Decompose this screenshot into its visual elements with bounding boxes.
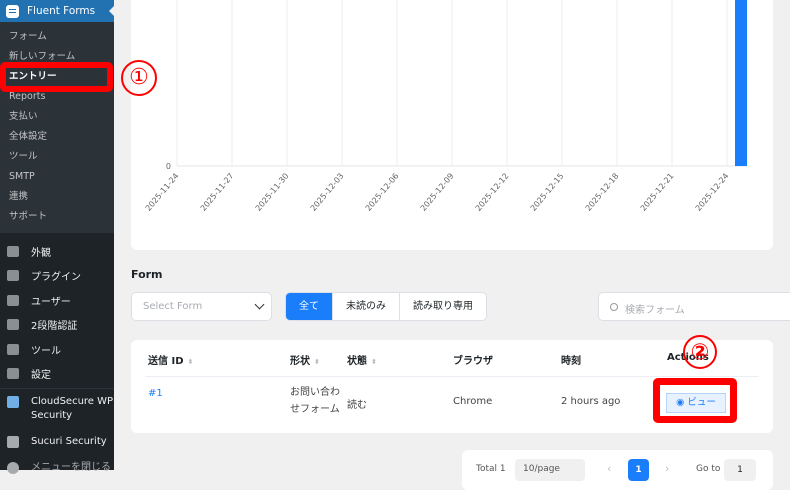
tab-read[interactable]: 読み取り専用 xyxy=(399,293,486,320)
x-tick-label: 2025-11-27 xyxy=(199,172,236,213)
x-tick-label: 2025-11-30 xyxy=(254,172,291,213)
sort-icon: ⬍ xyxy=(187,358,194,366)
submenu-tools[interactable]: ツール xyxy=(0,147,114,167)
form-select[interactable]: Select Form xyxy=(131,292,272,321)
col-time: 時刻 xyxy=(561,356,581,367)
sort-icon: ⬍ xyxy=(314,358,320,366)
view-button[interactable]: ◉ ビュー xyxy=(666,393,726,413)
x-tick-label: 2025-12-03 xyxy=(309,172,346,213)
x-tick-label: 2025-12-15 xyxy=(529,172,566,213)
admin-sidebar: Fluent Forms フォーム 新しいフォーム エントリー Reports … xyxy=(0,0,114,474)
annotation-marker-1: ① xyxy=(121,60,157,96)
menu-appearance[interactable]: 外観 xyxy=(0,239,114,264)
goto-input[interactable]: 1 xyxy=(724,459,756,481)
col-id[interactable]: 送信 ID ⬍ xyxy=(148,352,193,367)
x-tick-label: 2025-12-12 xyxy=(474,172,511,213)
menu-label: 外観 xyxy=(31,247,51,259)
pagination: Total 1 10/page ‹ 1 › Go to 1 xyxy=(462,450,773,490)
shield-icon xyxy=(7,396,19,408)
page-1[interactable]: 1 xyxy=(628,459,649,481)
col-status[interactable]: 状態 ⬍ xyxy=(347,352,377,367)
search-input[interactable]: 検索フォーム xyxy=(598,292,790,321)
menu-label: 設定 xyxy=(31,370,51,382)
sort-icon: ⬍ xyxy=(371,358,377,366)
user-icon xyxy=(7,294,19,306)
paintbrush-icon xyxy=(7,245,19,257)
x-tick-label: 2025-11-24 xyxy=(144,172,181,213)
tab-all[interactable]: 全て xyxy=(286,293,332,320)
search-placeholder: 検索フォーム xyxy=(625,305,685,316)
col-form[interactable]: 形状 ⬍ xyxy=(290,352,320,367)
goto-label: Go to xyxy=(696,464,721,474)
entry-form: お問い合わせフォーム xyxy=(290,387,340,415)
view-label: ビュー xyxy=(687,397,716,408)
submenu-support[interactable]: サポート xyxy=(0,207,114,227)
entry-status: 読む xyxy=(347,400,367,411)
col-browser: ブラウザ xyxy=(453,356,493,367)
entry-id-link[interactable]: #1 xyxy=(148,388,163,399)
current-arrow xyxy=(104,6,114,16)
search-icon xyxy=(610,303,618,311)
fluent-forms-icon xyxy=(6,4,19,18)
sucuri-icon xyxy=(7,436,19,448)
submenu-integrations[interactable]: 連携 xyxy=(0,187,114,207)
form-filter-label: Form xyxy=(131,268,163,281)
x-tick-label: 2025-12-18 xyxy=(584,172,621,213)
wrench-icon xyxy=(7,343,19,355)
select-placeholder: Select Form xyxy=(143,301,203,312)
entry-filter-tabs: 全て 未読のみ 読み取り専用 xyxy=(285,292,487,321)
entries-table: 送信 ID ⬍ 形状 ⬍ 状態 ⬍ ブラウザ 時刻 Actions #1 お問い合わせ… xyxy=(131,340,773,433)
x-tick-label: 2025-12-21 xyxy=(639,172,676,213)
entry-browser: Chrome xyxy=(453,396,493,407)
x-tick-label: 2025-12-09 xyxy=(419,172,456,213)
menu-label: CloudSecure WP Security xyxy=(31,396,114,421)
bar xyxy=(735,0,747,166)
collapse-icon xyxy=(7,462,19,474)
submenu-global-settings[interactable]: 全体設定 xyxy=(0,127,114,147)
menu-users[interactable]: ユーザー xyxy=(0,288,114,313)
submenu-new-form[interactable]: 新しいフォーム xyxy=(0,47,114,67)
settings-icon xyxy=(7,368,19,380)
submenu-entries[interactable]: エントリー xyxy=(0,67,114,87)
prev-page-icon[interactable]: ‹ xyxy=(607,462,611,475)
next-page-icon[interactable]: › xyxy=(665,462,669,475)
submenu: フォーム 新しいフォーム エントリー Reports 支払い 全体設定 ツール … xyxy=(0,22,114,233)
chevron-down-icon xyxy=(254,299,265,310)
lock-icon xyxy=(7,319,19,331)
menu-label: ユーザー xyxy=(31,296,71,308)
entries-chart-card: 2025-11-24 2025-11-27 2025-11-30 2025-12-03… xyxy=(131,0,773,250)
tab-unread[interactable]: 未読のみ xyxy=(332,293,399,320)
menu-sucuri[interactable]: Sucuri Security xyxy=(0,429,114,455)
submenu-payments[interactable]: 支払い xyxy=(0,107,114,127)
x-tick-label: 2025-12-24 xyxy=(694,172,731,213)
menu-label: ツール xyxy=(31,345,61,357)
x-tick-label: 2025-12-06 xyxy=(364,172,401,213)
menu-label: 2段階認証 xyxy=(31,321,78,333)
menu-plugins[interactable]: プラグイン xyxy=(0,264,114,289)
menu-tools[interactable]: ツール xyxy=(0,337,114,362)
eye-icon: ◉ xyxy=(676,397,688,408)
menu-cloudsecure[interactable]: CloudSecure WP Security xyxy=(0,388,114,429)
menu-label: プラグイン xyxy=(31,272,81,284)
entry-time: 2 hours ago xyxy=(561,396,621,407)
plugin-icon xyxy=(7,270,19,282)
menu-collapse[interactable]: メニューを閉じる xyxy=(0,455,114,481)
menu-fluent-forms[interactable]: Fluent Forms xyxy=(0,0,114,22)
submenu-reports[interactable]: Reports xyxy=(0,87,114,107)
annotation-marker-2: ② xyxy=(683,335,717,369)
submenu-smtp[interactable]: SMTP xyxy=(0,167,114,187)
submenu-forms[interactable]: フォーム xyxy=(0,27,114,47)
menu-settings[interactable]: 設定 xyxy=(0,362,114,387)
entries-chart: 2025-11-24 2025-11-27 2025-11-30 2025-12-03… xyxy=(144,0,747,213)
menu-label: メニューを閉じる xyxy=(31,462,111,473)
divider xyxy=(145,376,759,377)
y-tick-label: 0 xyxy=(166,162,171,171)
menu-label: Fluent Forms xyxy=(27,5,96,17)
page-size-select[interactable]: 10/page xyxy=(515,459,585,481)
total-count: Total 1 xyxy=(476,464,506,474)
menu-2fa[interactable]: 2段階認証 xyxy=(0,313,114,338)
menu-label: Sucuri Security xyxy=(31,436,107,447)
